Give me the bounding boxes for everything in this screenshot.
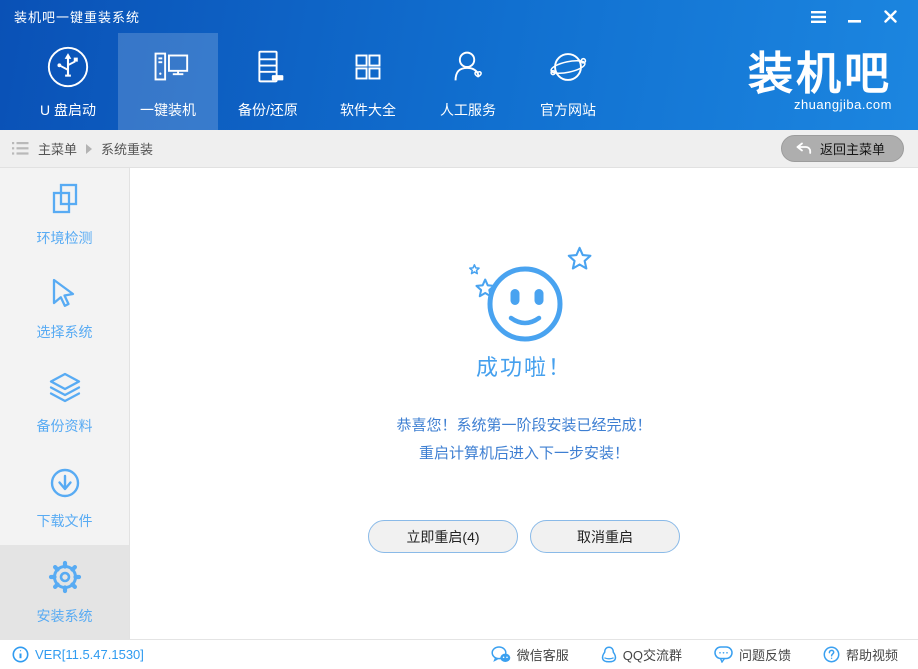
nav-item-label: 备份/还原: [238, 102, 298, 118]
env-check-icon: [47, 182, 83, 218]
cursor-icon: [47, 276, 83, 312]
sidebar-item-download-files[interactable]: 下载文件: [0, 451, 129, 545]
breadcrumb-current: 系统重装: [101, 142, 154, 157]
sidebar-item-label: 备份资料: [36, 417, 93, 434]
title-bar: 装机吧一键重装系统: [0, 0, 918, 33]
feedback-link[interactable]: 问题反馈: [714, 645, 791, 664]
help-icon: [823, 646, 840, 663]
restart-now-button[interactable]: 立即重启(4): [368, 520, 518, 553]
success-smiley-icon: [449, 238, 599, 350]
computer-icon: [145, 43, 191, 91]
globe-icon: [545, 43, 591, 91]
logo-domain: zhuangjiba.com: [793, 97, 892, 112]
cancel-restart-button[interactable]: 取消重启: [530, 520, 680, 553]
footer-links: 微信客服 QQ交流群 问题反馈 帮助视频: [491, 645, 898, 664]
wechat-support-link[interactable]: 微信客服: [491, 645, 569, 664]
success-headline: 成功啦！: [475, 355, 572, 380]
feedback-bubble-icon: [714, 646, 733, 663]
backup-restore-icon: [245, 43, 291, 91]
brand-logo: 装机吧 zhuangjiba.com: [748, 33, 918, 130]
sidebar-item-select-os[interactable]: 选择系统: [0, 262, 129, 356]
download-icon: [47, 465, 83, 501]
sidebar-item-install-system[interactable]: 安装系统: [0, 544, 129, 640]
nav-item-usb-boot[interactable]: U 盘启动: [18, 33, 118, 130]
nav-item-support[interactable]: 人工服务: [418, 33, 518, 130]
header: 装机吧一键重装系统 U 盘启动 一键装机 备份/还原 软件大全 人工服务 官方网…: [0, 0, 918, 130]
sidebar-item-env-check[interactable]: 环境检测: [0, 168, 129, 262]
help-video-link[interactable]: 帮助视频: [823, 645, 898, 664]
qq-icon: [601, 646, 617, 663]
main-nav: U 盘启动 一键装机 备份/还原 软件大全 人工服务 官方网站 装机吧 zhua…: [0, 33, 918, 130]
info-icon: [12, 646, 29, 663]
main-content: 成功啦！ 恭喜您！系统第一阶段安装已经完成！ 重启计算机后进入下一步安装！ 立即…: [130, 168, 918, 639]
footer-link-label: 问题反馈: [738, 648, 791, 663]
action-buttons: 立即重启(4) 取消重启: [368, 520, 680, 553]
breadcrumb-arrow-icon: [86, 143, 93, 154]
sidebar-item-label: 选择系统: [36, 324, 93, 341]
version-info: VER[11.5.47.1530]: [12, 646, 144, 663]
nav-item-label: 人工服务: [440, 102, 496, 118]
layers-icon: [45, 372, 85, 406]
app-window: 装机吧一键重装系统 U 盘启动 一键装机 备份/还原 软件大全 人工服务 官方网…: [0, 0, 918, 669]
gear-icon: [46, 558, 84, 596]
sidebar-item-backup-data[interactable]: 备份资料: [0, 356, 129, 450]
nav-item-one-key-install[interactable]: 一键装机: [118, 33, 218, 130]
back-arrow-icon: [795, 141, 812, 156]
success-message: 恭喜您！系统第一阶段安装已经完成！ 重启计算机后进入下一步安装！: [396, 412, 651, 468]
status-bar: VER[11.5.47.1530] 微信客服 QQ交流群 问题反馈 帮助视频: [0, 639, 918, 669]
nav-item-label: U 盘启动: [40, 102, 96, 118]
footer-link-label: 帮助视频: [845, 648, 898, 663]
menu-icon[interactable]: [810, 9, 826, 25]
back-button-label: 返回主菜单: [819, 142, 885, 157]
nav-item-software[interactable]: 软件大全: [318, 33, 418, 130]
usb-icon: [45, 43, 91, 91]
breadcrumb-root[interactable]: 主菜单: [38, 139, 77, 158]
body-row: 环境检测 选择系统 备份资料 下载文件 安装系统 成功啦！ 恭喜您！系统第一阶段…: [0, 168, 918, 640]
sidebar-item-label: 下载文件: [36, 512, 93, 529]
nav-item-website[interactable]: 官方网站: [518, 33, 618, 130]
footer-link-label: QQ交流群: [622, 648, 682, 663]
version-label: VER[11.5.47.1530]: [35, 647, 144, 662]
nav-item-label: 官方网站: [540, 102, 596, 118]
window-title: 装机吧一键重装系统: [14, 10, 141, 25]
wechat-icon: [491, 646, 511, 663]
close-icon[interactable]: [882, 9, 898, 25]
window-controls: [810, 9, 904, 25]
footer-link-label: 微信客服: [516, 648, 569, 663]
message-line-2: 重启计算机后进入下一步安装！: [418, 445, 629, 462]
person-heart-icon: [445, 43, 491, 91]
sidebar: 环境检测 选择系统 备份资料 下载文件 安装系统: [0, 168, 130, 640]
sidebar-item-label: 环境检测: [36, 230, 93, 247]
nav-item-label: 一键装机: [140, 102, 196, 118]
nav-item-label: 软件大全: [340, 102, 396, 118]
breadcrumb: 主菜单 系统重装 返回主菜单: [0, 130, 918, 168]
logo-text: 装机吧: [747, 48, 892, 99]
back-to-main-menu-button[interactable]: 返回主菜单: [780, 135, 904, 162]
list-icon: [12, 142, 29, 155]
apps-grid-icon: [345, 43, 391, 91]
minimize-icon[interactable]: [846, 9, 862, 25]
qq-group-link[interactable]: QQ交流群: [601, 645, 682, 664]
sidebar-item-label: 安装系统: [36, 607, 93, 624]
message-line-1: 恭喜您！系统第一阶段安装已经完成！: [396, 417, 652, 434]
nav-item-backup-restore[interactable]: 备份/还原: [218, 33, 318, 130]
